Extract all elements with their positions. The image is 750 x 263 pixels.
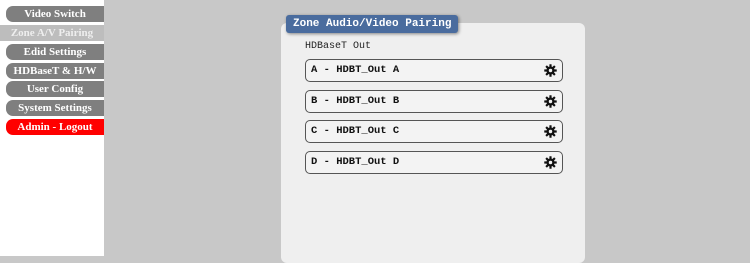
group-label-hdbaset-out: HDBaseT Out <box>305 41 372 52</box>
output-label: C - HDBT_Out C <box>311 125 400 137</box>
gear-icon[interactable] <box>544 95 557 108</box>
output-row-a[interactable]: A - HDBT_Out A <box>305 59 563 82</box>
output-label: A - HDBT_Out A <box>311 64 400 76</box>
nav-admin-logout[interactable]: Admin - Logout <box>6 119 104 135</box>
nav-user-config[interactable]: User Config <box>6 81 104 97</box>
nav-edid-settings[interactable]: Edid Settings <box>6 44 104 60</box>
gear-icon[interactable] <box>544 156 557 169</box>
output-label: D - HDBT_Out D <box>311 156 400 168</box>
gear-icon[interactable] <box>544 64 557 77</box>
nav-video-switch[interactable]: Video Switch <box>6 6 104 22</box>
nav-zone-av-pairing[interactable]: Zone A/V Pairing <box>0 25 104 41</box>
output-row-c[interactable]: C - HDBT_Out C <box>305 120 563 143</box>
output-label: B - HDBT_Out B <box>311 95 400 107</box>
output-row-d[interactable]: D - HDBT_Out D <box>305 151 563 174</box>
sidebar: Video Switch Zone A/V Pairing Edid Setti… <box>0 0 104 256</box>
gear-icon[interactable] <box>544 125 557 138</box>
nav-system-settings[interactable]: System Settings <box>6 100 104 116</box>
panel-title: Zone Audio/Video Pairing <box>286 15 459 33</box>
output-row-b[interactable]: B - HDBT_Out B <box>305 90 563 113</box>
nav-hdbaset-hw[interactable]: HDBaseT & H/W <box>6 63 104 79</box>
